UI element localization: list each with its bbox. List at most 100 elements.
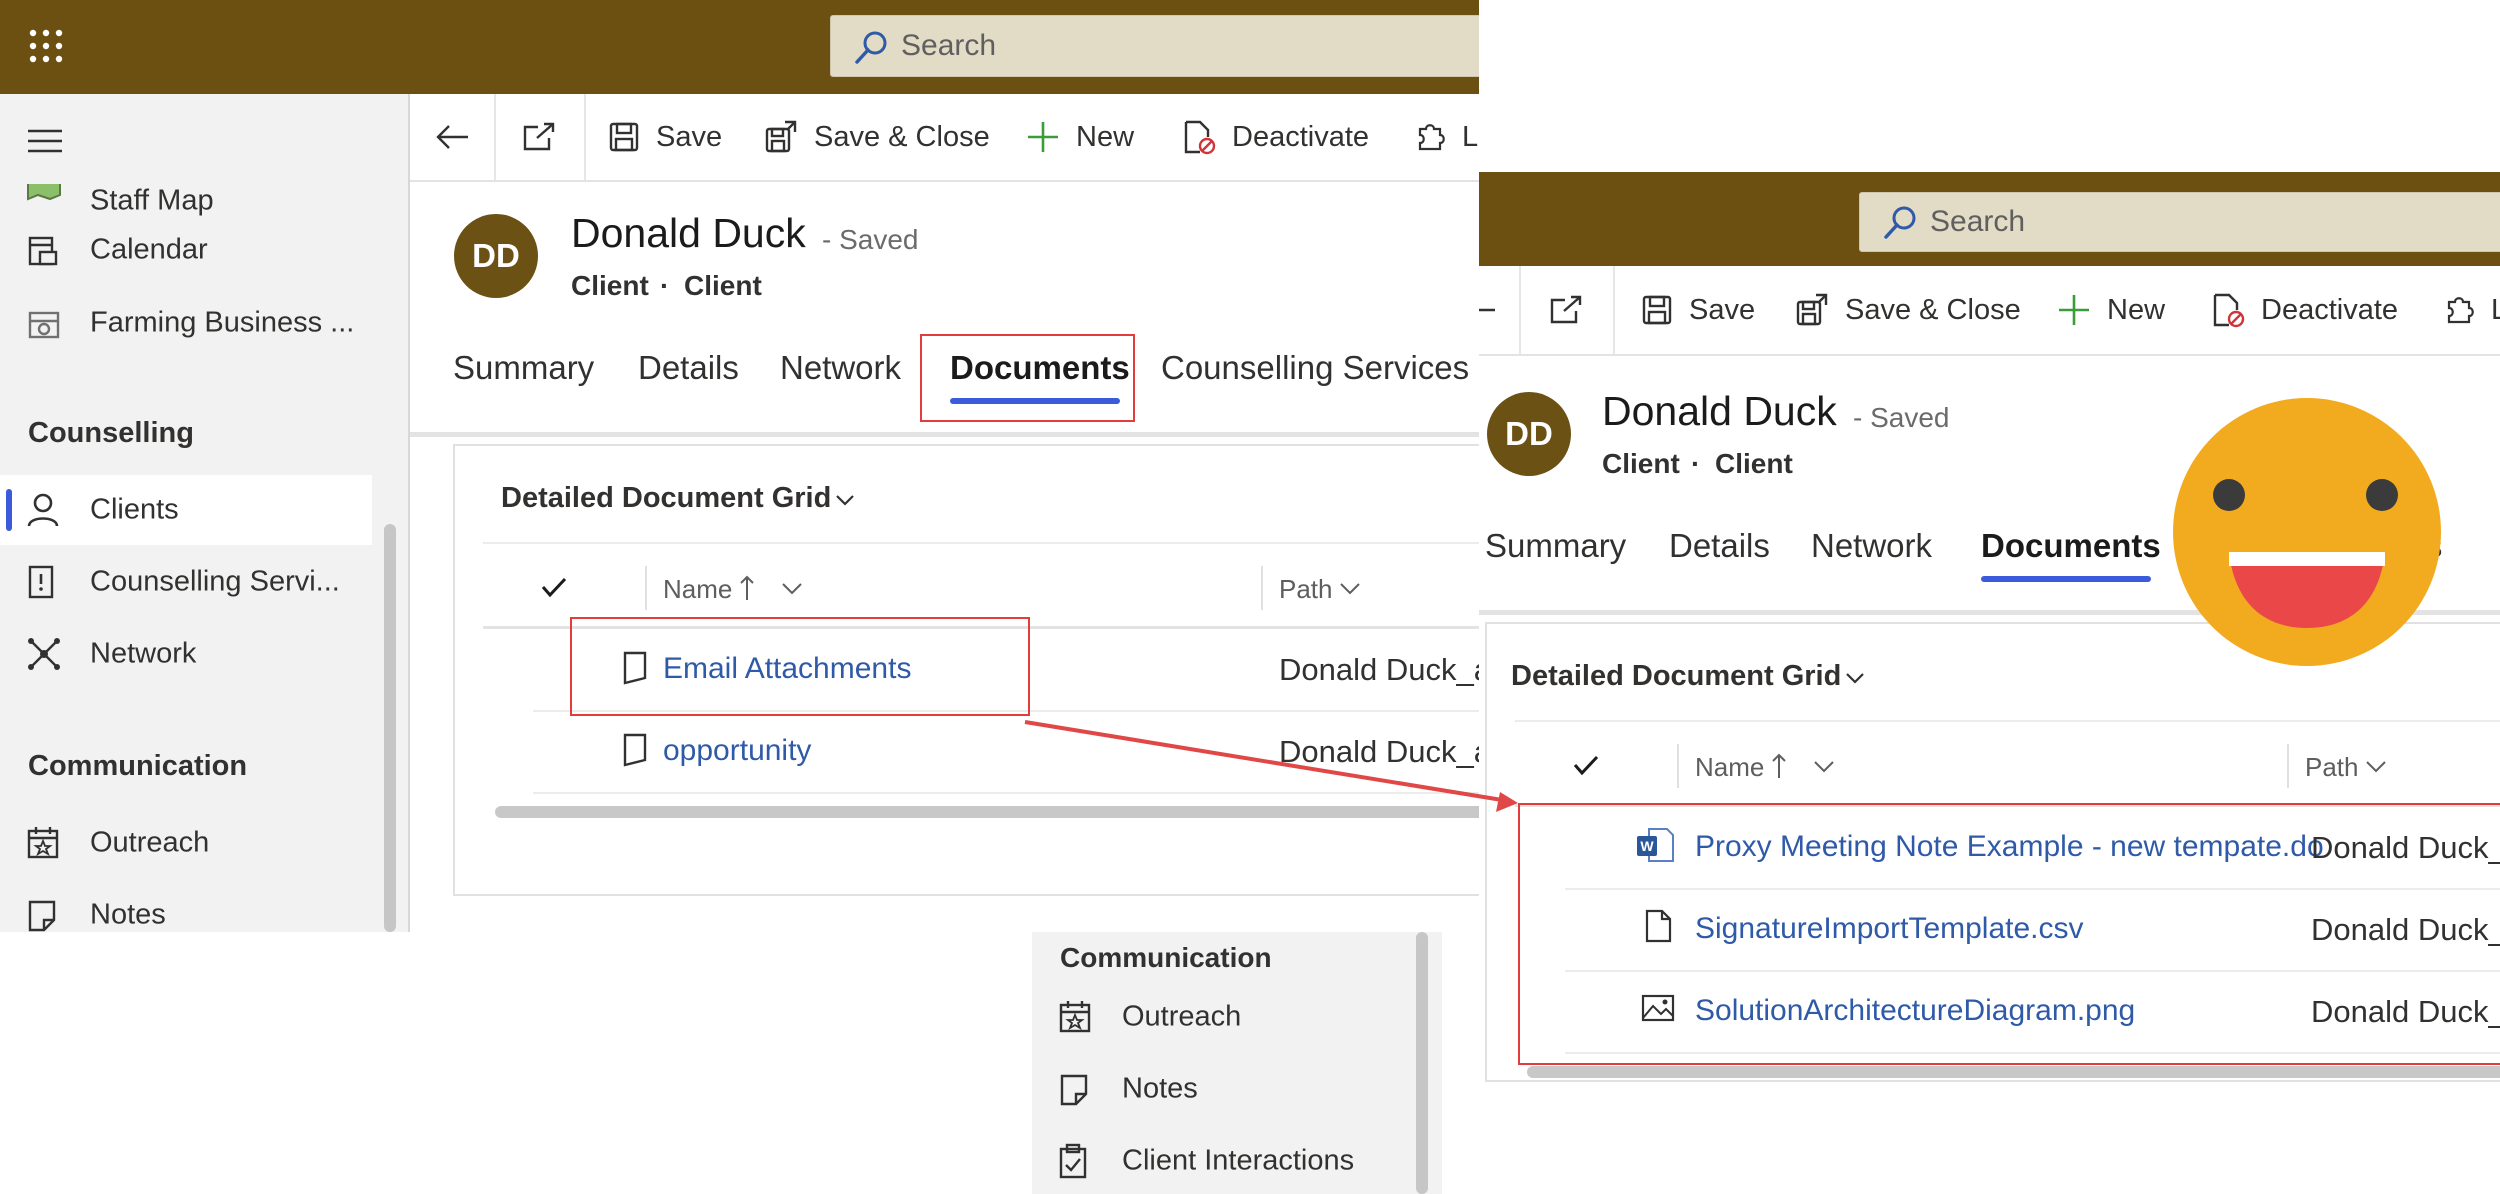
save-icon [1642,295,1672,325]
nav-group-counselling: Counselling [28,417,194,449]
sidebar-item-farming-business[interactable]: Farming Business ... [0,288,372,358]
nav-group-communication: Communication [1060,942,1272,973]
sidebar-item-outreach[interactable]: Outreach [0,808,372,878]
tab-network[interactable]: Network [780,349,901,387]
nav-group-communication: Communication [28,750,248,782]
save-close-icon [1796,293,1828,326]
entity-name: Client [1602,448,1680,479]
search-placeholder: Search [901,29,997,62]
sidebar-item-label: Client Interactions [1122,1144,1355,1177]
pop-out-icon [1550,295,1582,324]
left-app-window: Search Staff Map Calendar Farming Busine… [0,0,1479,932]
tab-documents[interactable]: Documents [1981,527,2161,565]
sidebar-item-notes[interactable]: Notes [1032,1054,1404,1124]
app-launcher-icon[interactable] [28,28,64,64]
puzzle-icon [2447,297,2474,324]
more-commands-button[interactable]: L [2443,266,2500,354]
open-new-window-button[interactable] [1549,266,1599,354]
sidebar-item-counselling-services[interactable]: Counselling Servi... [0,547,372,617]
sidebar-item-clients[interactable]: Clients [0,475,372,545]
save-close-label: Save & Close [814,120,990,153]
sidebar-item-network[interactable]: Network [0,619,372,689]
save-button[interactable]: Save [608,94,722,180]
puzzle-icon [1418,124,1445,151]
select-all-check-icon[interactable] [541,576,567,598]
search-placeholder: Search [1930,205,2026,238]
deactivate-button[interactable]: Deactivate [2211,266,2398,354]
sidebar-item-calendar[interactable]: Calendar [0,215,372,285]
sidebar-item-label: Outreach [1122,1000,1242,1033]
back-button[interactable] [1479,266,1513,354]
new-button[interactable]: New [2057,266,2165,354]
note-icon [1060,1074,1088,1106]
more-commands-button[interactable]: Li [1414,94,1479,180]
grid-view-selector[interactable]: Detailed Document Grid [1511,660,1841,693]
plus-icon [1028,122,1058,152]
calendar-star-icon [1059,1001,1091,1033]
grid-view-selector[interactable]: Detailed Document Grid [501,482,831,515]
tab-summary[interactable]: Summary [453,349,594,387]
column-header-name[interactable]: Name [663,574,732,605]
sidebar-item-outreach[interactable]: Outreach [1032,982,1404,1052]
record-title: Donald Duck [1602,388,1837,434]
back-arrow-icon [436,125,468,149]
column-menu-chevron-icon[interactable] [781,582,803,596]
sidebar-item-label: Clients [90,493,179,526]
back-arrow-icon [1479,308,1495,312]
hamburger-menu-icon[interactable] [28,128,62,154]
column-menu-chevron-icon[interactable] [1339,582,1361,596]
document-name-link[interactable]: opportunity [663,734,811,768]
business-icon [28,311,60,339]
column-header-path[interactable]: Path [1279,574,1333,605]
column-menu-chevron-icon[interactable] [1813,760,1835,774]
save-label: Save [656,120,723,153]
tab-counselling-services[interactable]: Counselling Services [1161,349,1469,387]
sidebar-scrollbar[interactable] [384,524,396,932]
sidebar-item-label: Network [90,637,197,670]
top-app-bar: Search [0,0,1479,94]
document-alert-icon [28,565,54,599]
save-close-label: Save & Close [1845,293,2021,326]
form-name: Client [684,270,762,301]
sidebar-snippet: Communication Outreach Notes Client Inte… [1032,932,1442,1194]
map-icon [27,184,61,201]
grid-horizontal-scrollbar[interactable] [495,806,1479,818]
back-button[interactable] [436,94,486,180]
select-all-check-icon[interactable] [1573,754,1599,776]
sidebar-item-label: Staff Map [90,184,214,217]
sidebar-scrollbar[interactable] [1416,932,1428,1194]
record-title: Donald Duck [571,210,806,256]
avatar: DD [454,214,538,298]
network-icon [28,638,60,670]
deactivate-button[interactable]: Deactivate [1182,94,1369,180]
command-bar: Save Save & Close New Deactivate Li [410,94,1479,182]
column-menu-chevron-icon[interactable] [2365,760,2387,774]
sidebar-item-notes[interactable]: Notes [0,880,372,932]
column-header-name[interactable]: Name [1695,752,1764,783]
tab-network[interactable]: Network [1811,527,1932,565]
save-close-button[interactable]: Save & Close [764,94,990,180]
search-icon [1884,206,1916,239]
tab-details[interactable]: Details [1669,527,1770,565]
open-new-window-button[interactable] [522,94,572,180]
search-input[interactable]: Search [1859,192,2500,252]
tab-details[interactable]: Details [638,349,739,387]
sidebar-item-label: Calendar [90,233,208,266]
clipboard-icon [1059,1143,1087,1179]
form-name: Client [1715,448,1793,479]
column-header-path[interactable]: Path [2305,752,2359,783]
save-close-button[interactable]: Save & Close [1795,266,2021,354]
sidebar-item-client-interactions[interactable]: Client Interactions [1032,1126,1404,1194]
table-row[interactable]: opportunity Donald Duck_a [483,712,1479,792]
chevron-down-icon[interactable] [835,494,855,506]
tab-summary[interactable]: Summary [1485,527,1626,565]
entity-name: Client [571,270,649,301]
save-status: - Saved [822,224,919,255]
new-button[interactable]: New [1026,94,1134,180]
grid-horizontal-scrollbar[interactable] [1527,1066,2500,1078]
chevron-down-icon[interactable] [1845,672,1865,684]
search-input[interactable]: Search [830,15,1479,77]
document-path: Donald Duck_a [1279,734,1479,769]
deactivate-label: Deactivate [2261,293,2399,326]
save-button[interactable]: Save [1641,266,1755,354]
